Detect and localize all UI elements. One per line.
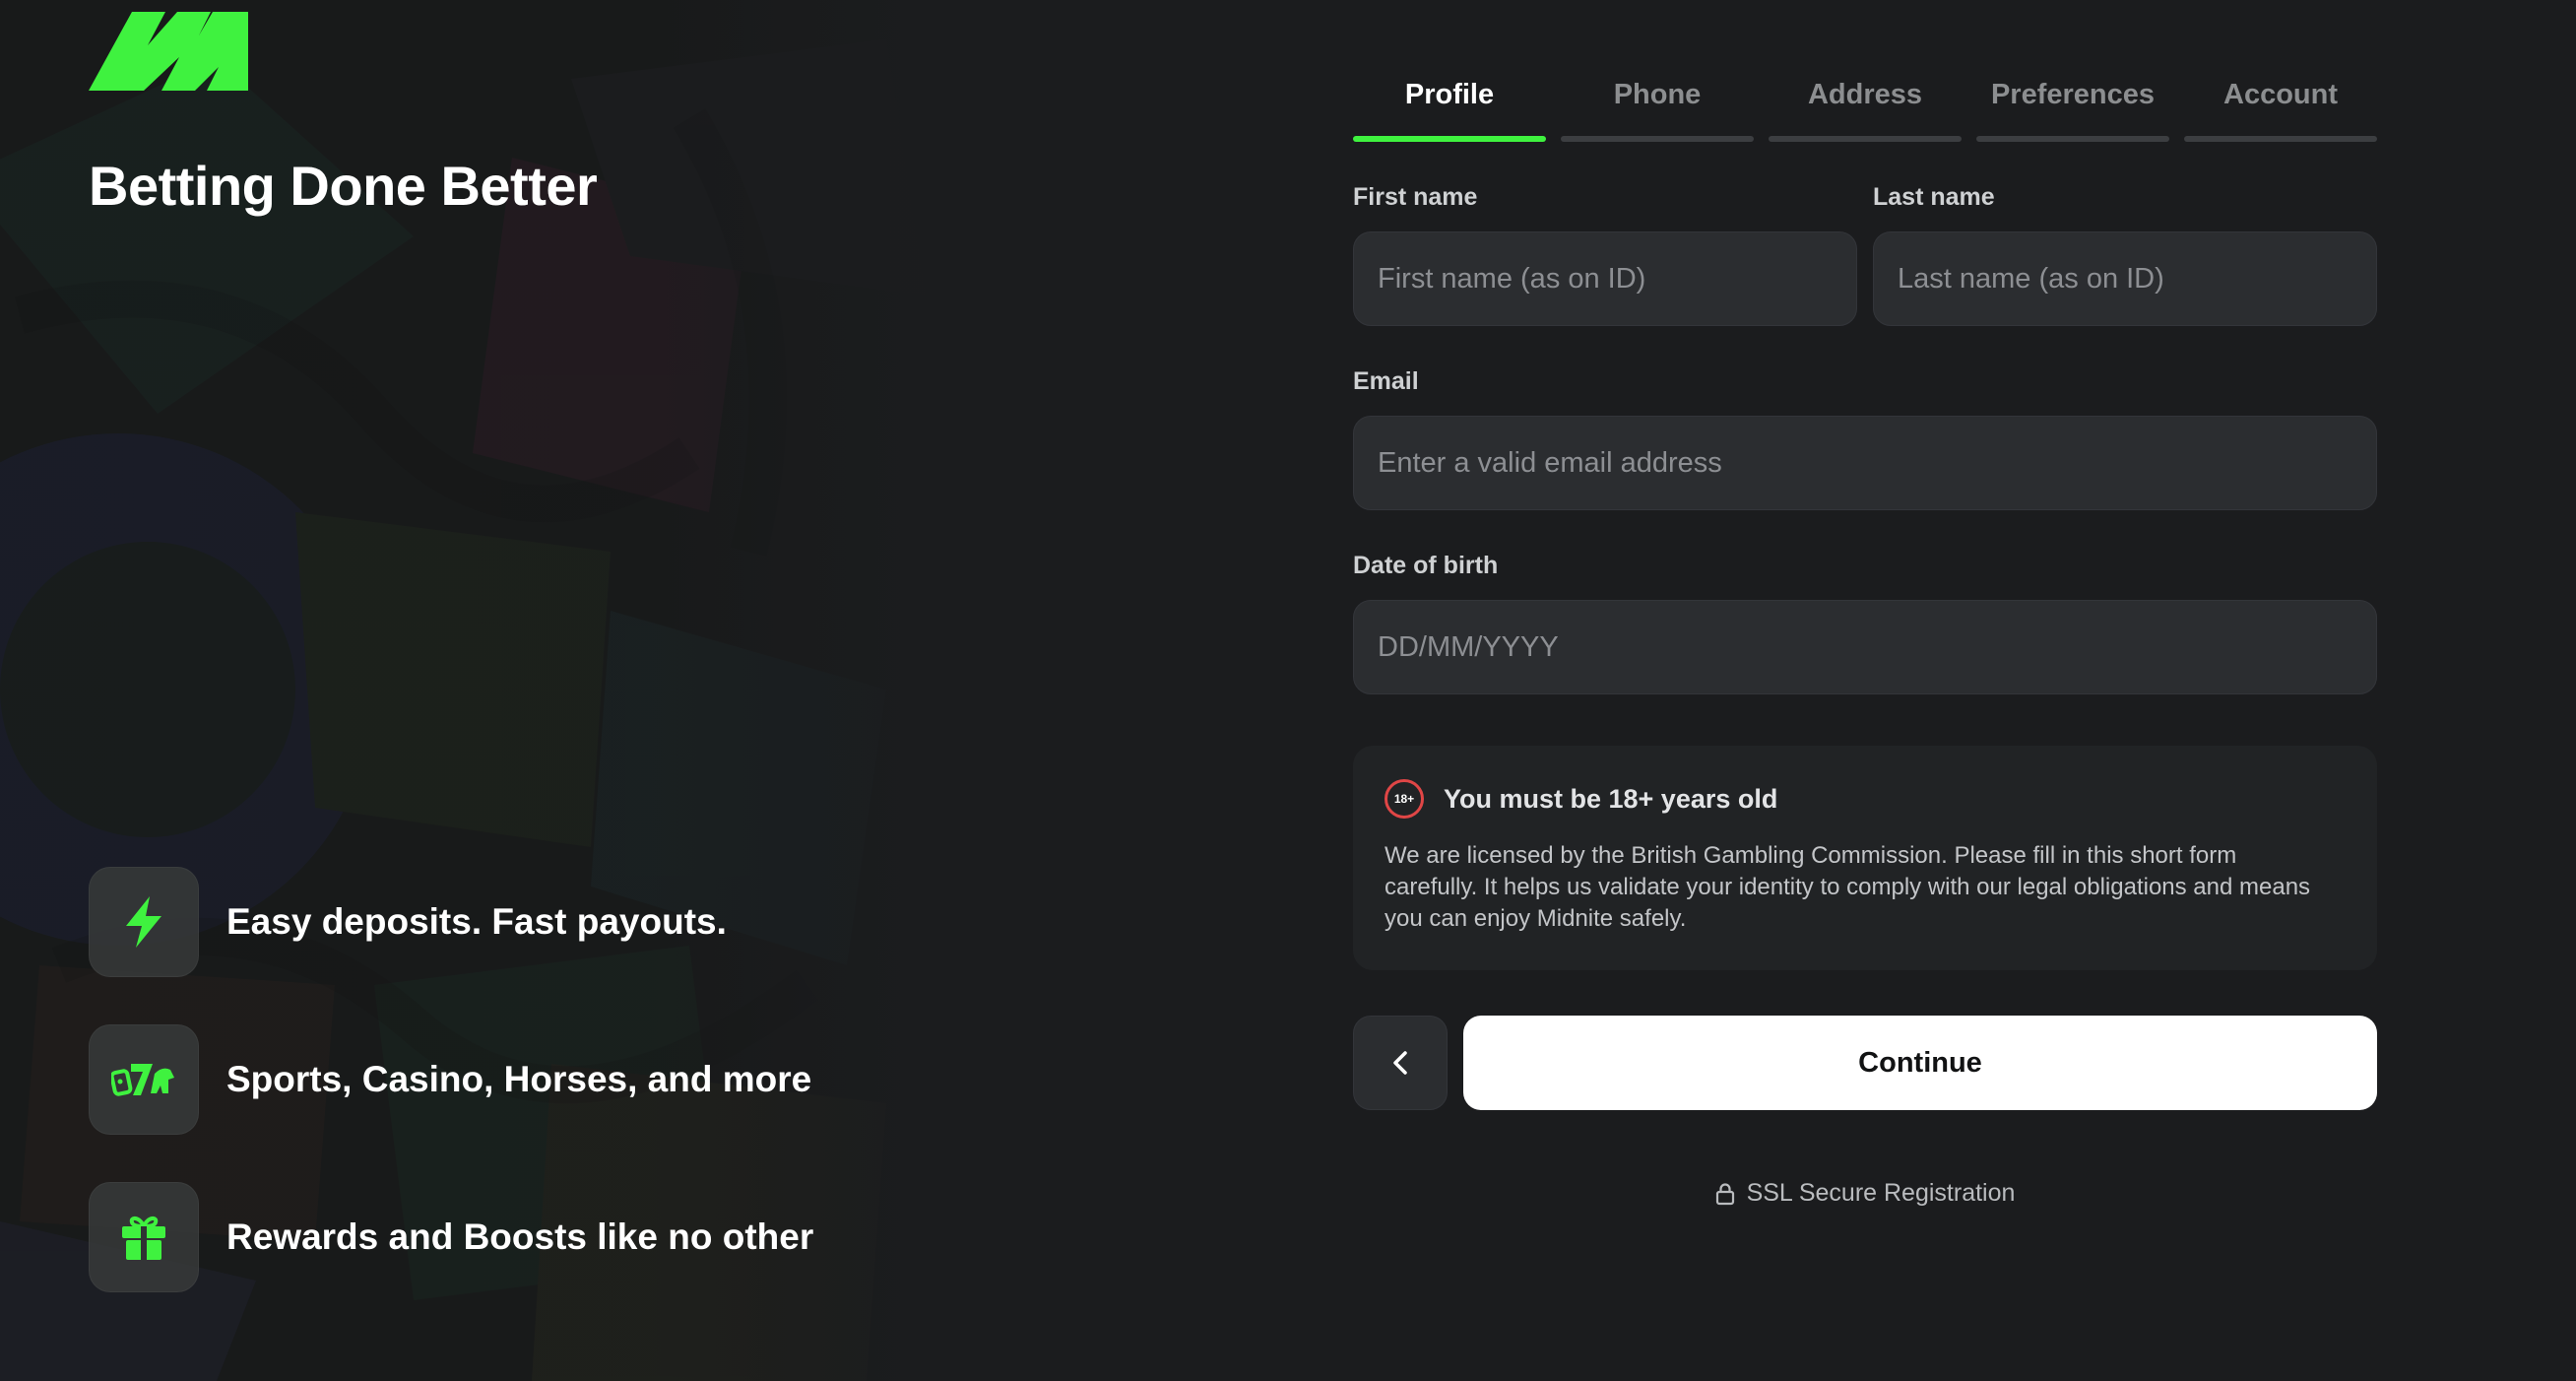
tab-indicator xyxy=(1561,136,1754,142)
tab-profile[interactable]: Profile xyxy=(1353,67,1546,142)
notice-body: We are licensed by the British Gambling … xyxy=(1385,842,2311,932)
tab-label: Phone xyxy=(1613,79,1702,110)
gift-icon xyxy=(89,1182,199,1292)
tab-label: Profile xyxy=(1404,79,1495,110)
first-name-input[interactable] xyxy=(1353,231,1857,326)
lightning-icon xyxy=(89,867,199,977)
feature-item-payouts: Easy deposits. Fast payouts. xyxy=(89,867,813,977)
lock-icon xyxy=(1715,1182,1734,1205)
first-name-label: First name xyxy=(1353,183,1478,211)
email-group: Email xyxy=(1353,367,2377,510)
email-label: Email xyxy=(1353,367,1419,395)
ssl-notice: SSL Secure Registration xyxy=(1353,1179,2377,1208)
tab-indicator xyxy=(1976,136,2169,142)
feature-text: Rewards and Boosts like no other xyxy=(226,1217,814,1257)
continue-button[interactable]: Continue xyxy=(1463,1016,2377,1110)
form-actions: Continue xyxy=(1353,1016,2377,1110)
tab-indicator xyxy=(2184,136,2377,142)
tab-label: Account xyxy=(2223,79,2338,110)
age-notice: 18+ You must be 18+ years old We are lic… xyxy=(1353,746,2377,970)
dob-group: Date of birth xyxy=(1353,552,2377,694)
tab-indicator xyxy=(1769,136,1962,142)
last-name-group: Last name xyxy=(1873,183,2377,326)
notice-header: 18+ You must be 18+ years old xyxy=(1385,779,2346,819)
name-row: First name Last name xyxy=(1353,142,2377,326)
tab-preferences[interactable]: Preferences xyxy=(1976,67,2169,142)
feature-list: Easy deposits. Fast payouts. Sports, Cas… xyxy=(89,867,813,1340)
last-name-label: Last name xyxy=(1873,183,1995,211)
registration-page: Betting Done Better Easy deposits. Fast … xyxy=(0,0,2576,1381)
midnite-logo-icon[interactable] xyxy=(89,12,248,91)
tagline: Betting Done Better xyxy=(89,155,598,217)
age-18-icon: 18+ xyxy=(1385,779,1424,819)
email-input[interactable] xyxy=(1353,416,2377,510)
step-tabs: Profile Phone Address Preferences Accoun… xyxy=(1353,0,2377,142)
notice-title: You must be 18+ years old xyxy=(1444,783,1778,814)
form-panel: Profile Phone Address Preferences Accoun… xyxy=(931,0,2576,1381)
tab-phone[interactable]: Phone xyxy=(1561,67,1754,142)
tab-address[interactable]: Address xyxy=(1769,67,1962,142)
casino-horse-icon xyxy=(89,1024,199,1135)
feature-item-rewards: Rewards and Boosts like no other xyxy=(89,1182,813,1292)
ssl-text: SSL Secure Registration xyxy=(1746,1179,2016,1207)
tab-indicator xyxy=(1353,136,1546,142)
first-name-group: First name xyxy=(1353,183,1857,326)
tab-label: Preferences xyxy=(1990,79,2156,110)
feature-text: Sports, Casino, Horses, and more xyxy=(226,1059,812,1099)
feature-item-products: Sports, Casino, Horses, and more xyxy=(89,1024,813,1135)
back-button[interactable] xyxy=(1353,1016,1448,1110)
registration-form: Profile Phone Address Preferences Accoun… xyxy=(1353,0,2377,1208)
dob-input[interactable] xyxy=(1353,600,2377,694)
dob-label: Date of birth xyxy=(1353,552,1499,579)
chevron-left-icon xyxy=(1393,1051,1407,1075)
hero-panel: Betting Done Better Easy deposits. Fast … xyxy=(0,0,931,1381)
tab-label: Address xyxy=(1807,79,1923,110)
tab-account[interactable]: Account xyxy=(2184,67,2377,142)
feature-text: Easy deposits. Fast payouts. xyxy=(226,901,727,942)
last-name-input[interactable] xyxy=(1873,231,2377,326)
